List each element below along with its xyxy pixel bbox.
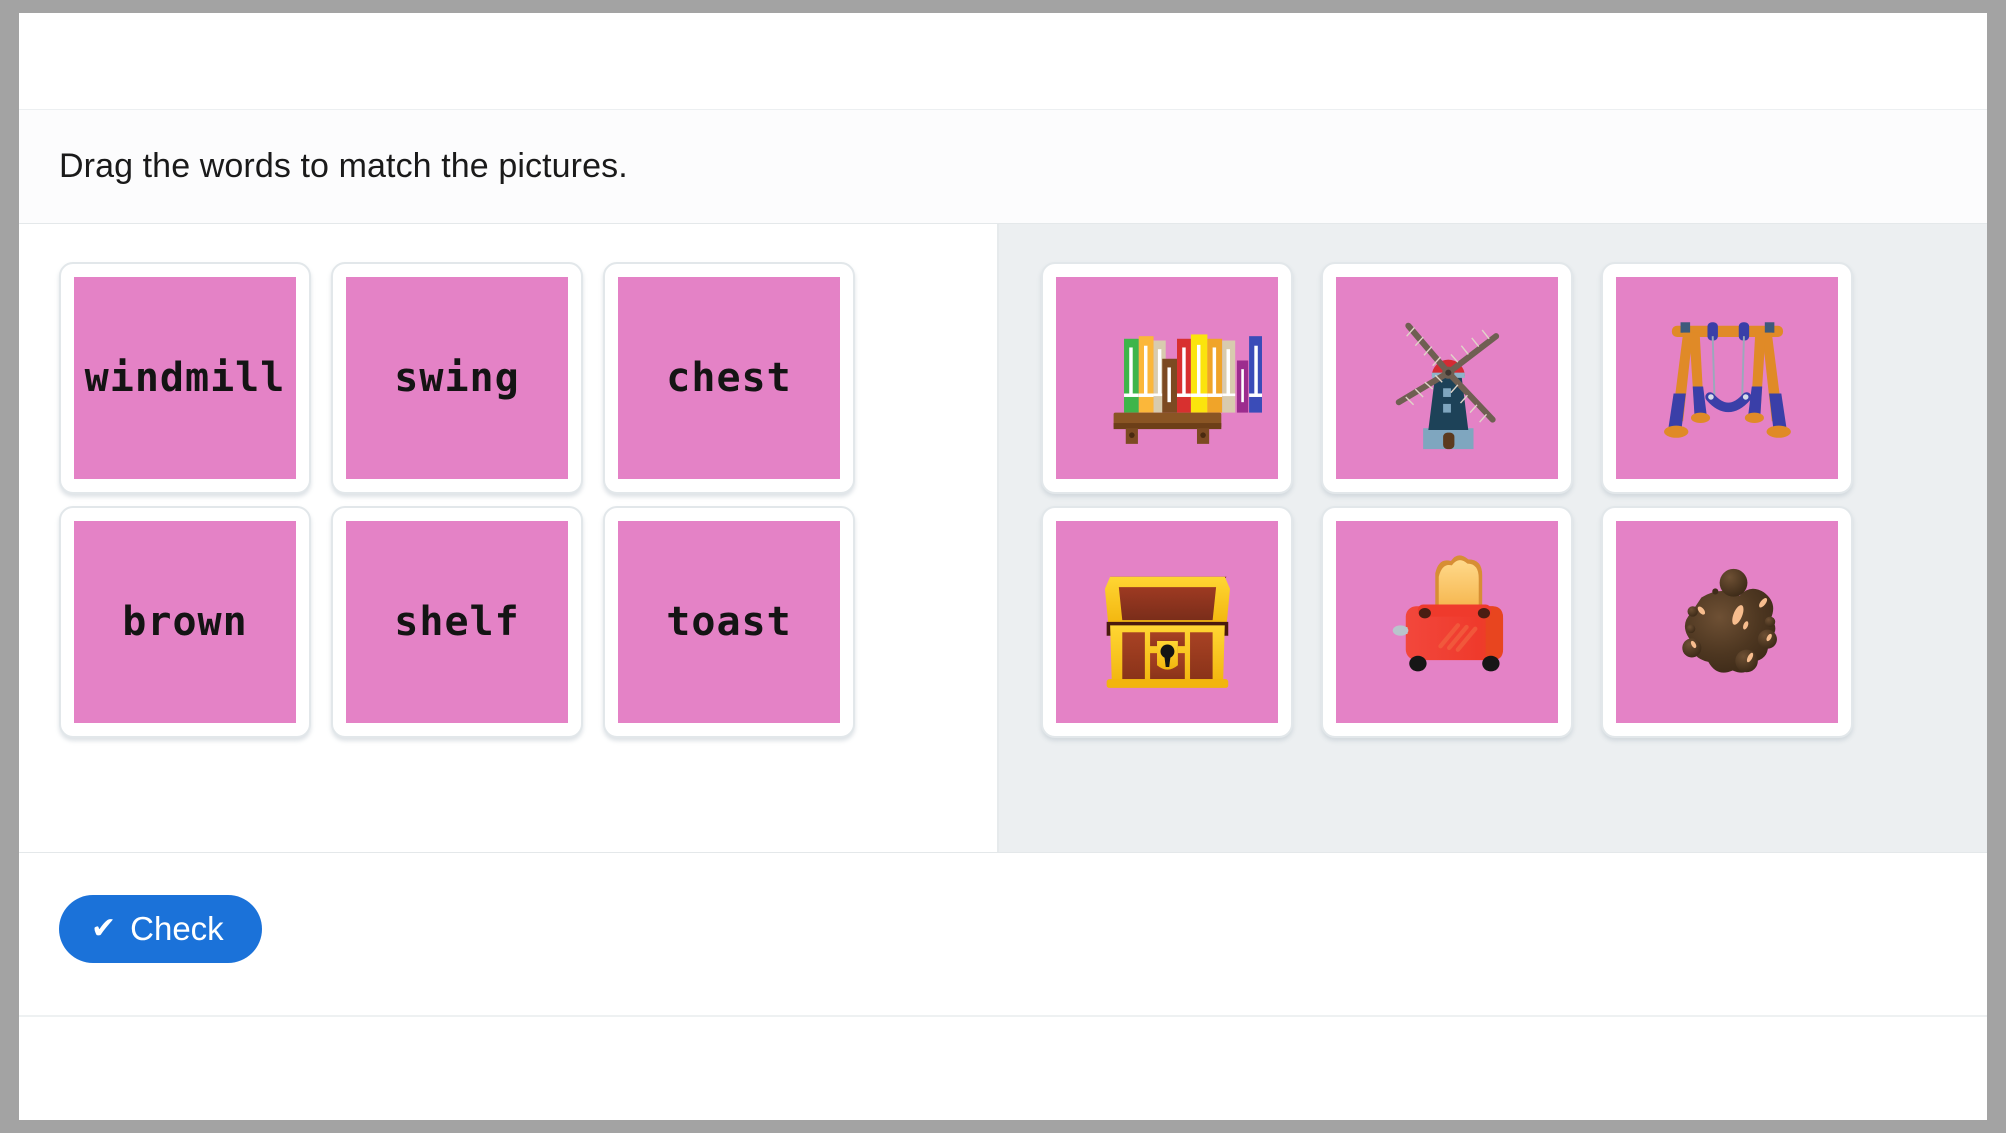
activity-window: Drag the words to match the pictures. wi… [19,13,1987,1120]
picture-tile-surface [1336,521,1558,723]
word-tile-grid: windmill swing chest brown shelf toast [59,262,997,750]
activity-body: windmill swing chest brown shelf toast [19,224,1987,852]
word-tile-surface: toast [618,521,840,723]
word-tile-surface: shelf [346,521,568,723]
instruction-bar: Drag the words to match the pictures. [19,110,1987,224]
word-label: swing [394,355,520,401]
picture-tile-grid [1041,262,1987,750]
picture-tile-surface [1056,521,1278,723]
word-tile-brown[interactable]: brown [59,506,311,738]
word-label: windmill [84,355,286,401]
picture-tile-windmill[interactable] [1321,262,1573,494]
brown-splat-icon [1681,569,1777,673]
checkmark-icon: ✔ [91,912,117,945]
word-tile-toast[interactable]: toast [603,506,855,738]
picture-tile-surface [1616,277,1838,479]
word-tile-surface: swing [346,277,568,479]
word-tile-surface: windmill [74,277,296,479]
toaster-icon [1392,555,1503,672]
check-button[interactable]: ✔ Check [59,895,262,963]
footer-divider [19,1015,1987,1017]
treasure-chest-icon [1104,576,1230,689]
picture-tile-chest[interactable] [1041,506,1293,738]
picture-tile-toast[interactable] [1321,506,1573,738]
footer-area: ✔ Check [19,852,1987,1120]
pictures-panel [999,224,1987,852]
swing-icon [1663,322,1791,438]
picture-tile-swing[interactable] [1601,262,1853,494]
word-tile-shelf[interactable]: shelf [331,506,583,738]
picture-tile-surface [1056,277,1278,479]
top-bar [19,13,1987,110]
picture-tile-surface [1336,277,1558,479]
words-panel: windmill swing chest brown shelf toast [19,224,999,852]
word-label: brown [122,599,248,645]
word-tile-chest[interactable]: chest [603,262,855,494]
word-label: chest [666,355,792,401]
word-label: shelf [394,599,520,645]
word-tile-windmill[interactable]: windmill [59,262,311,494]
word-tile-surface: brown [74,521,296,723]
word-label: toast [666,599,792,645]
word-tile-swing[interactable]: swing [331,262,583,494]
instruction-text: Drag the words to match the pictures. [59,147,628,185]
bookshelf-icon [1113,334,1263,445]
picture-tile-surface [1616,521,1838,723]
check-button-label: Check [130,910,224,947]
picture-tile-shelf[interactable] [1041,262,1293,494]
word-tile-surface: chest [618,277,840,479]
picture-tile-brown[interactable] [1601,506,1853,738]
windmill-icon [1395,322,1499,450]
